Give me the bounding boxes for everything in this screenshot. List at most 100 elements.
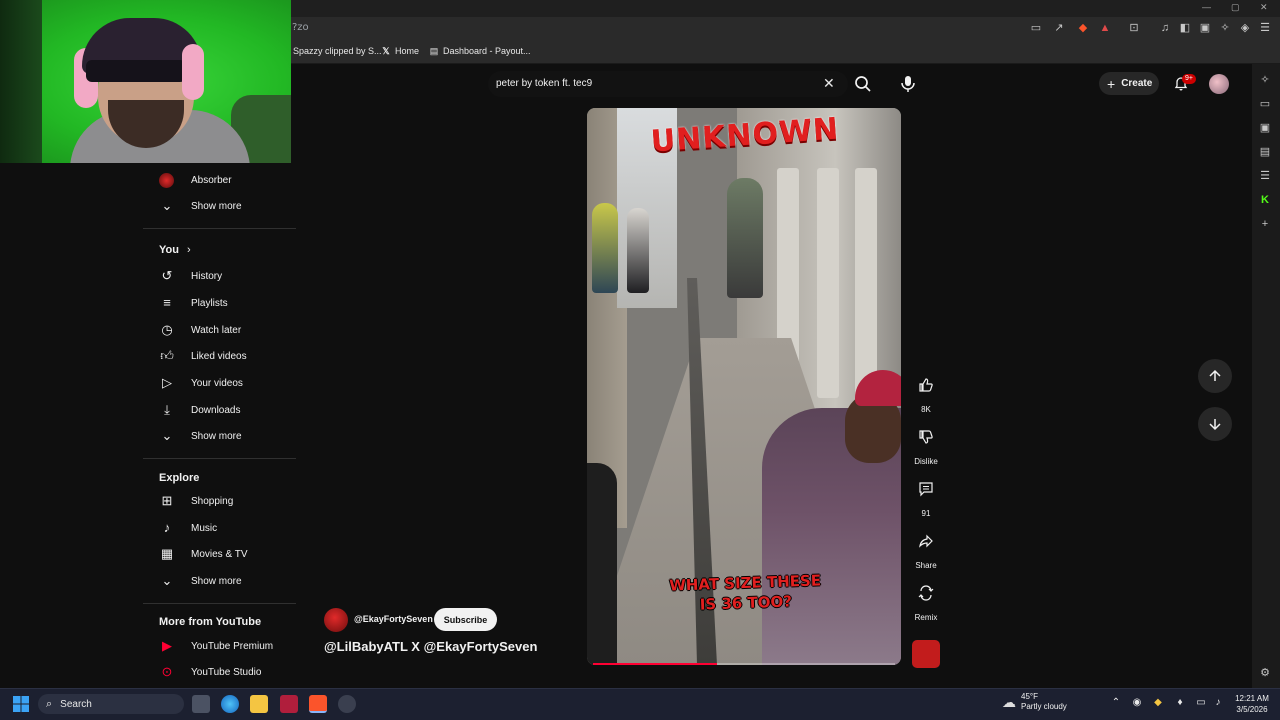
- dislike-button[interactable]: [911, 422, 941, 452]
- channel-name[interactable]: @EkayFortySeven: [354, 614, 433, 624]
- channel-avatar[interactable]: [324, 608, 348, 632]
- chevron-down-icon: ⌄: [161, 573, 173, 588]
- comments-button[interactable]: [911, 474, 941, 504]
- brave-shields-icon[interactable]: ◆: [1076, 21, 1090, 35]
- sidebar-item-movies-tv[interactable]: ▦ Movies & TV: [143, 541, 296, 567]
- media-icon[interactable]: ♫: [1158, 21, 1172, 35]
- search-query[interactable]: peter by token ft. tec9: [496, 78, 592, 89]
- settings-gear-icon[interactable]: ⚙: [1258, 666, 1272, 680]
- close-window-icon[interactable]: ✕: [1260, 2, 1268, 13]
- sidebar-item-history[interactable]: ↺ History: [143, 263, 296, 289]
- sidebar-you-heading[interactable]: You ›: [159, 244, 191, 256]
- tray-chevron-icon[interactable]: ⌃: [1110, 697, 1122, 709]
- tab-manager-icon[interactable]: ⊡: [1127, 21, 1141, 35]
- search-icon[interactable]: [853, 74, 873, 94]
- wallet-icon[interactable]: ▣: [1198, 21, 1212, 35]
- sidebar-item-shopping[interactable]: ⊞ Shopping: [143, 488, 296, 514]
- tray-app-icon[interactable]: ◉: [1131, 697, 1143, 709]
- sidebar-item-label: Show more: [191, 430, 242, 442]
- sidebar-item-downloads[interactable]: ⤓ Downloads: [143, 397, 296, 423]
- leo-ai-icon[interactable]: ✧: [1218, 21, 1232, 35]
- address-text[interactable]: ?zo: [292, 22, 309, 33]
- maximize-icon[interactable]: ▢: [1231, 2, 1240, 13]
- sidebar-show-more-explore[interactable]: ⌄ Show more: [143, 568, 296, 594]
- microphone-icon[interactable]: [897, 73, 919, 95]
- app-icon[interactable]: [280, 695, 298, 713]
- file-explorer-icon[interactable]: [250, 695, 268, 713]
- taskbar-search-label: Search: [60, 698, 92, 710]
- kick-icon[interactable]: K: [1258, 193, 1272, 207]
- dislike-label: Dislike: [914, 457, 938, 466]
- leo-icon[interactable]: ✧: [1258, 73, 1272, 87]
- sound-thumbnail[interactable]: [912, 640, 940, 668]
- share-button[interactable]: [911, 526, 941, 556]
- windows-start-icon[interactable]: [13, 696, 29, 712]
- bookmarks-panel-icon[interactable]: ▤: [1258, 145, 1272, 159]
- music-note-icon: ♪: [163, 520, 171, 535]
- sidebar-item-liked-videos[interactable]: 👍︎ Liked videos: [143, 343, 296, 369]
- sidebar-item-music[interactable]: ♪ Music: [143, 515, 296, 541]
- sidebar-item-watch-later[interactable]: ◷ Watch later: [143, 317, 296, 343]
- section-heading: You: [159, 244, 179, 256]
- bookmark-home[interactable]: 𝕏 Home: [381, 46, 419, 56]
- add-panel-icon[interactable]: +: [1258, 217, 1272, 231]
- volume-icon[interactable]: ♪: [1212, 697, 1224, 709]
- bookmark-dashboard[interactable]: ▤ Dashboard - Payout...: [429, 46, 531, 56]
- previous-short-button[interactable]: [1198, 359, 1232, 393]
- arrow-up-icon: [1209, 369, 1221, 381]
- subscribe-button[interactable]: Subscribe: [434, 608, 497, 631]
- sidebar-toggle-icon[interactable]: ◧: [1178, 21, 1192, 35]
- youtube-premium-icon: ▶: [162, 638, 172, 653]
- next-short-button[interactable]: [1198, 407, 1232, 441]
- video-title[interactable]: @LilBabyATL X @EkayFortySeven: [324, 639, 537, 654]
- media-panel-icon[interactable]: ▭: [1258, 97, 1272, 111]
- taskbar-search[interactable]: ⌕ Search: [38, 694, 184, 714]
- pedestrian: [627, 208, 649, 293]
- edge-icon[interactable]: [221, 695, 239, 713]
- divider: [143, 228, 296, 229]
- weather-temp: 45°F: [1021, 692, 1038, 701]
- like-button[interactable]: [911, 370, 941, 400]
- obs-icon[interactable]: [338, 695, 356, 713]
- sidebar-item-label: Your videos: [191, 377, 243, 389]
- clear-search-icon[interactable]: ✕: [823, 76, 835, 90]
- network-icon[interactable]: ▭: [1195, 697, 1207, 709]
- brave-browser-icon[interactable]: [309, 695, 327, 713]
- menu-icon[interactable]: ☰: [1258, 21, 1272, 35]
- sidebar-item-youtube-premium[interactable]: ▶ YouTube Premium: [143, 633, 296, 659]
- account-avatar[interactable]: [1209, 74, 1229, 94]
- microphone-icon[interactable]: ♦: [1174, 697, 1186, 709]
- remix-button[interactable]: [911, 578, 941, 608]
- share-page-icon[interactable]: ↗: [1052, 21, 1066, 35]
- bookmark-label: Home: [395, 46, 420, 56]
- brave-rewards-icon[interactable]: ▲: [1098, 21, 1112, 35]
- weather-widget[interactable]: ☁ 45°F Partly cloudy: [1002, 692, 1067, 712]
- minimize-icon[interactable]: —: [1202, 2, 1211, 12]
- chevron-down-icon: ⌄: [161, 198, 173, 213]
- sidebar-item-label: Shopping: [191, 495, 234, 507]
- wallet-panel-icon[interactable]: ▣: [1258, 121, 1272, 135]
- taskbar-clock[interactable]: 12:21 AM 3/5/2026: [1228, 693, 1276, 715]
- task-view-icon[interactable]: [192, 695, 210, 713]
- sidebar-item-playlists[interactable]: ≡ Playlists: [143, 290, 296, 316]
- screen-cast-icon[interactable]: ▭: [1029, 21, 1043, 35]
- tray-app-icon[interactable]: ◆: [1152, 697, 1164, 709]
- sidebar-item-your-videos[interactable]: ▷ Your videos: [143, 370, 296, 396]
- sidebar-item-label: Liked videos: [191, 350, 247, 362]
- vpn-icon[interactable]: ◈: [1238, 21, 1252, 35]
- sidebar-show-more-subs[interactable]: ⌄ Show more: [143, 193, 296, 219]
- youtube-studio-icon: ⊙: [161, 664, 173, 679]
- page-icon: ▤: [429, 46, 439, 56]
- sidebar-item-absorber[interactable]: Absorber: [143, 167, 296, 193]
- thumbs-up-icon: [919, 378, 933, 392]
- thumbs-up-icon: 👍︎: [160, 348, 174, 363]
- reading-list-icon[interactable]: ☰: [1258, 169, 1272, 183]
- chevron-right-icon: ›: [186, 244, 191, 256]
- sidebar-show-more-you[interactable]: ⌄ Show more: [143, 423, 296, 449]
- sidebar-item-label: History: [191, 270, 223, 282]
- bookmark-spazzy[interactable]: Spazzy clipped by S...: [293, 46, 382, 56]
- create-button[interactable]: + Create: [1099, 72, 1159, 95]
- sidebar-item-youtube-studio[interactable]: ⊙ YouTube Studio: [143, 659, 296, 685]
- clapperboard-icon: ▦: [160, 546, 174, 561]
- sidebar-item-label: Show more: [191, 200, 242, 212]
